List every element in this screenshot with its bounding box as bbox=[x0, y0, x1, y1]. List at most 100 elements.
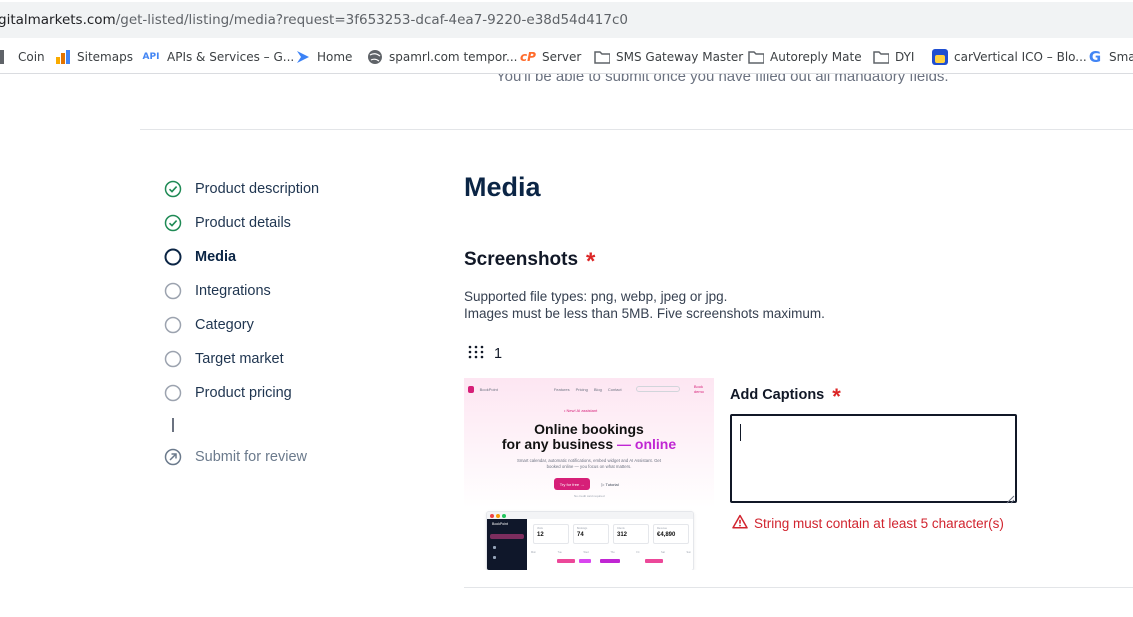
thumb-dot-icon bbox=[496, 513, 500, 518]
thumb-day: Fri bbox=[636, 551, 640, 554]
url-path: /get-listed/listing/media?request=3f6532… bbox=[115, 12, 628, 28]
check-circle-icon bbox=[164, 214, 182, 232]
text-caret bbox=[740, 424, 741, 441]
folder-icon bbox=[873, 49, 889, 65]
step-product-details[interactable]: Product details bbox=[164, 214, 291, 232]
step-label: Target market bbox=[195, 351, 284, 367]
screenshots-heading: Screenshots * bbox=[464, 246, 595, 274]
thumb-day: Tue bbox=[557, 551, 562, 554]
step-submit-review[interactable]: Submit for review bbox=[164, 448, 307, 466]
hint-line-limits: Images must be less than 5MB. Five scree… bbox=[464, 306, 825, 321]
bookmark-label: Autoreply Mate bbox=[770, 50, 862, 64]
captions-error-text: String must contain at least 5 character… bbox=[754, 515, 1004, 531]
thumb-headline-line2a: for any business bbox=[501, 436, 614, 452]
captions-error: String must contain at least 5 character… bbox=[732, 514, 1004, 532]
thumb-cta-primary: Try for free → bbox=[554, 478, 590, 490]
screenshots-heading-text: Screenshots bbox=[464, 249, 579, 270]
required-asterisk-icon: * bbox=[586, 248, 596, 275]
thumb-dashboard: BookPoint Visits 12 Bookings 74 Clients 312… bbox=[486, 511, 694, 570]
step-connector bbox=[172, 418, 174, 432]
step-media[interactable]: Media bbox=[164, 248, 236, 266]
bookmark-label: Home bbox=[317, 50, 353, 64]
bookmark-carvertical[interactable]: carVertical ICO – Blo... bbox=[932, 41, 1087, 73]
thumb-stat-label: Clients bbox=[617, 527, 625, 530]
bookmark-spamrl[interactable]: spamrl.com tempor... bbox=[367, 41, 517, 73]
step-label: Product description bbox=[195, 181, 320, 197]
page-title: Media bbox=[464, 172, 541, 202]
thumb-headline: Online bookings for any business — onlin… bbox=[464, 422, 714, 452]
address-bar[interactable]: gitalmarkets.com/get-listed/listing/medi… bbox=[0, 2, 1133, 38]
url-host: gitalmarkets.com bbox=[0, 12, 116, 28]
file-type-hint: Supported file types: png, webp, jpeg or… bbox=[464, 288, 825, 322]
chart-icon bbox=[55, 49, 71, 65]
step-label: Category bbox=[195, 317, 254, 333]
bookmark-apis[interactable]: API APIs & Services – G... bbox=[141, 41, 295, 73]
thumb-day: Thu bbox=[610, 551, 615, 554]
bookmark-coin[interactable]: Coin bbox=[0, 41, 45, 73]
active-circle-icon bbox=[164, 248, 182, 266]
folder-icon bbox=[594, 49, 610, 65]
thumb-booking-chip bbox=[557, 559, 575, 563]
thumb-navlinks: Features Pricing Blog Contact bbox=[554, 387, 622, 392]
step-label: Product pricing bbox=[195, 385, 292, 401]
thumb-nav-cta: Book demo bbox=[693, 384, 704, 394]
thumb-stat: Bookings 74 bbox=[573, 524, 609, 544]
empty-circle-icon bbox=[164, 350, 182, 368]
bookmark-dyi[interactable]: DYI bbox=[873, 41, 914, 73]
step-label: Integrations bbox=[195, 283, 271, 299]
thumb-dash-sidebar bbox=[487, 519, 527, 570]
step-target-market[interactable]: Target market bbox=[164, 350, 284, 368]
bookmark-server[interactable]: cP Server bbox=[520, 41, 581, 73]
thumb-fine-print: No credit card required bbox=[574, 494, 605, 498]
captions-label: Add Captions * bbox=[730, 382, 841, 408]
step-category[interactable]: Category bbox=[164, 316, 254, 334]
screenshot-thumbnail[interactable]: BookPoint Features Pricing Blog Contact … bbox=[464, 378, 714, 570]
section-divider bbox=[464, 587, 1133, 588]
thumb-dash-nav-icon bbox=[493, 546, 496, 549]
api-icon: API bbox=[142, 52, 160, 62]
bookmark-google[interactable]: G Sma bbox=[1087, 41, 1133, 73]
thumb-stat-value: 12 bbox=[537, 532, 544, 538]
bookmark-label: Sma bbox=[1109, 50, 1133, 64]
thumb-search bbox=[635, 386, 680, 392]
required-asterisk-icon: * bbox=[832, 384, 841, 409]
url-text[interactable]: gitalmarkets.com/get-listed/listing/medi… bbox=[0, 12, 628, 28]
thumb-headline-line1: Online bookings bbox=[534, 421, 644, 437]
step-label: Media bbox=[195, 249, 237, 265]
thumb-booking-chip bbox=[645, 559, 663, 563]
step-product-description[interactable]: Product description bbox=[164, 180, 319, 198]
thumb-stat: Visits 12 bbox=[533, 524, 569, 544]
warning-triangle-icon bbox=[732, 514, 748, 532]
thumb-dash-nav-icon bbox=[493, 556, 496, 559]
captions-label-text: Add Captions bbox=[730, 387, 825, 403]
bookmark-label: SMS Gateway Master bbox=[616, 50, 744, 64]
thumb-day: Sat bbox=[661, 551, 665, 554]
step-label: Product details bbox=[195, 215, 291, 231]
step-integrations[interactable]: Integrations bbox=[164, 282, 271, 300]
thumb-dot-icon bbox=[490, 513, 494, 518]
thumb-day: Wed bbox=[583, 551, 589, 554]
empty-circle-icon bbox=[164, 316, 182, 334]
thumb-cta-secondary: ▷ Tutorial bbox=[601, 481, 619, 487]
arrow-up-right-circle-icon bbox=[164, 448, 182, 466]
thumb-stat: Clients 312 bbox=[613, 524, 649, 544]
resize-grip-icon[interactable] bbox=[1006, 491, 1015, 504]
thumb-brand: BookPoint bbox=[479, 386, 498, 392]
step-product-pricing[interactable]: Product pricing bbox=[164, 384, 292, 402]
bookmark-label: Coin bbox=[18, 50, 45, 64]
thumb-subtext: Smart calendar, automatic notifications,… bbox=[516, 458, 662, 469]
thumb-dash-active-item bbox=[490, 534, 524, 539]
drag-handle-icon[interactable] bbox=[468, 345, 484, 363]
thumb-navlink: Blog bbox=[593, 386, 602, 392]
bookmark-autoreply[interactable]: Autoreply Mate bbox=[748, 41, 862, 73]
bookmark-home[interactable]: Home bbox=[295, 41, 352, 73]
folder-icon bbox=[748, 49, 764, 65]
bookmark-label: carVertical ICO – Blo... bbox=[954, 50, 1087, 64]
captions-textarea[interactable] bbox=[730, 414, 1017, 503]
bookmark-sitemaps[interactable]: Sitemaps bbox=[55, 41, 133, 73]
thumb-stat-value: 312 bbox=[617, 532, 628, 538]
carvertical-icon bbox=[932, 49, 948, 65]
hint-line-types: Supported file types: png, webp, jpeg or… bbox=[464, 289, 728, 304]
bookmark-sms-gateway[interactable]: SMS Gateway Master bbox=[594, 41, 743, 73]
thumb-calendar-days: Mon Tue Wed Thu Fri Sat Sun bbox=[531, 551, 691, 554]
